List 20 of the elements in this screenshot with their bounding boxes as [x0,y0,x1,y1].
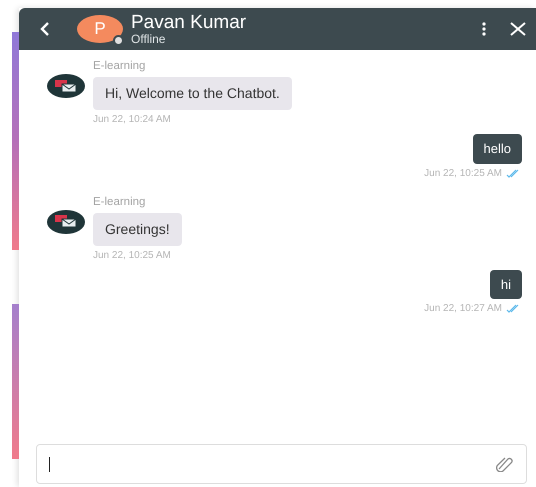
message-bubble: hi [490,270,522,299]
sender-name: E-learning [93,196,146,208]
message-input[interactable] [36,444,527,484]
envelope-icon [55,80,77,92]
contact-status: Offline [131,32,166,46]
message-bubble: hello [472,134,522,164]
envelope-icon [55,215,77,228]
sender-name: E-learning [93,60,146,73]
back-button[interactable] [39,21,51,37]
timestamp: Jun 22, 10:25 AM [93,248,172,262]
timestamp: Jun 22, 10:24 AM [93,113,172,126]
message-bubble: Hi, Welcome to the Chatbot. [93,77,292,110]
close-button[interactable] [510,22,526,36]
paperclip-icon[interactable] [496,456,514,472]
message-bubble: Greetings! [93,212,182,246]
timestamp: Jun 22, 10:27 AM [424,302,502,315]
menu-button[interactable] [482,22,486,36]
avatar: P [77,15,123,43]
contact-name: Pavan Kumar [131,12,246,32]
timestamp: Jun 22, 10:25 AM [424,166,502,180]
